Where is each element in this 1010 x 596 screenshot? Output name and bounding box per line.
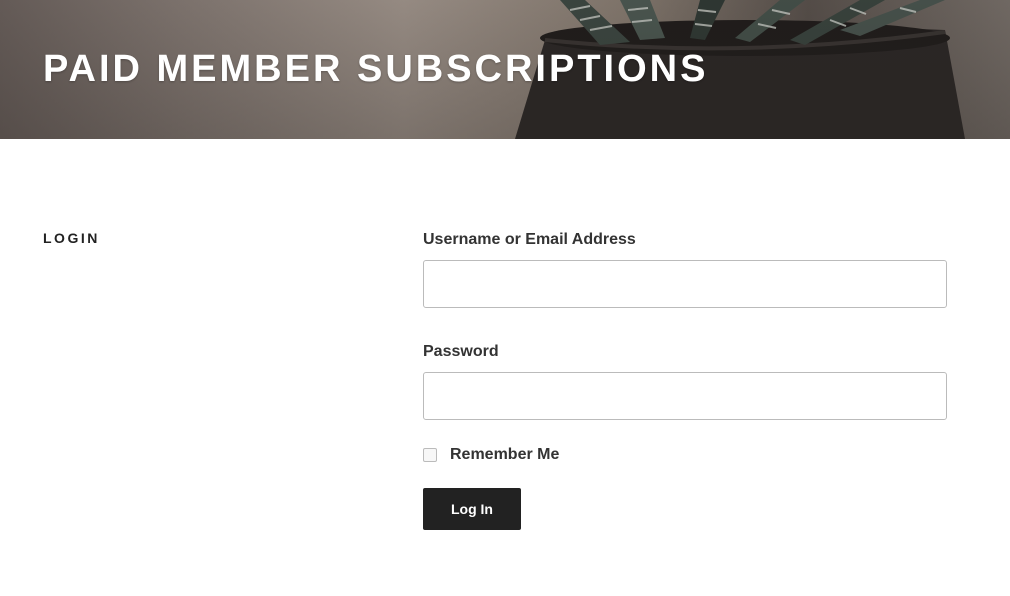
password-label: Password (423, 343, 499, 360)
password-input[interactable] (423, 372, 947, 420)
header-banner: PAID MEMBER SUBSCRIPTIONS (0, 0, 1010, 139)
remember-me-label[interactable]: Remember Me (450, 446, 559, 464)
site-title[interactable]: PAID MEMBER SUBSCRIPTIONS (43, 48, 708, 91)
login-button[interactable]: Log In (423, 488, 521, 530)
remember-me-row: Remember Me (423, 446, 947, 464)
username-input[interactable] (423, 260, 947, 308)
remember-me-checkbox[interactable] (423, 448, 437, 462)
login-form: Username or Email Address Password Remem… (423, 230, 947, 530)
section-title: LOGIN (43, 230, 100, 246)
username-label: Username or Email Address (423, 231, 636, 248)
main-content: LOGIN Username or Email Address Password… (0, 139, 1010, 596)
